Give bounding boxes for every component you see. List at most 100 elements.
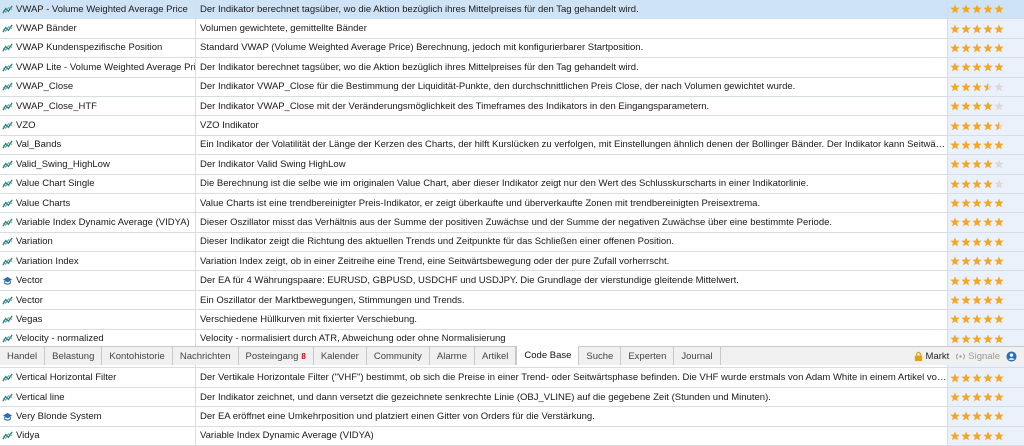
description-cell: Volumen gewichtete, gemittellte Bänder — [196, 19, 948, 38]
item-description: Variable Index Dynamic Average (VIDYA) — [200, 430, 374, 442]
rating-stars — [950, 295, 1004, 305]
profile-button[interactable] — [1006, 350, 1020, 362]
tab-experten[interactable]: Experten — [621, 347, 675, 365]
name-cell: VZO — [0, 116, 196, 135]
item-description: Der EA eröffnet eine Umkehrposition und … — [200, 410, 595, 422]
description-cell: Der Vertikale Horizontale Filter ("VHF")… — [196, 368, 948, 387]
description-cell: Der Indikator Valid Swing HighLow — [196, 155, 948, 174]
market-toggle[interactable]: Markt — [913, 351, 949, 362]
rating-cell — [948, 155, 1024, 174]
tab-community[interactable]: Community — [367, 347, 430, 365]
signals-toggle[interactable]: Signale — [955, 351, 1000, 362]
star-full-icon — [961, 314, 971, 324]
table-row[interactable]: Valid_Swing_HighLow Der Indikator Valid S… — [0, 155, 1024, 175]
star-full-icon — [961, 140, 971, 150]
table-row[interactable]: Vector Ein Oszillator der Marktbewegungen… — [0, 290, 1024, 311]
description-cell: Standard VWAP (Volume Weighted Average P… — [196, 38, 948, 58]
tab-alarme[interactable]: Alarme — [430, 347, 475, 365]
table-row[interactable]: Very Blonde System Der EA eröffnet eine U… — [0, 407, 1024, 427]
name-cell: Val_Bands — [0, 135, 196, 155]
table-row[interactable]: Value Charts Value Charts ist eine trendb… — [0, 193, 1024, 214]
table-row[interactable]: VWAP Kundenspezifische Position Standard … — [0, 38, 1024, 59]
name-cell: Value Chart Single — [0, 174, 196, 193]
indicator-icon — [2, 24, 13, 33]
table-row[interactable]: Variable Index Dynamic Average (VIDYA) Di… — [0, 213, 1024, 233]
rating-cell — [948, 252, 1024, 271]
star-full-icon — [961, 295, 971, 305]
table-row[interactable]: Vertical line Der Indikator zeichnet, und… — [0, 387, 1024, 408]
description-cell: Der Indikator berechnet tagsüber, wo die… — [196, 58, 948, 77]
star-full-icon — [983, 373, 993, 382]
tab-label: Kontohistorie — [109, 350, 165, 362]
description-cell: Ein Oszillator der Marktbewegungen, Stim… — [196, 290, 948, 310]
rating-cell — [948, 116, 1024, 135]
indicator-icon — [2, 334, 13, 343]
item-name: Vegas — [16, 313, 43, 325]
rating-stars — [950, 82, 1004, 92]
tab-artikel[interactable]: Artikel — [475, 347, 517, 365]
description-cell: Dieser Oszillator misst das Verhältnis a… — [196, 213, 948, 232]
table-row[interactable]: VWAP Lite - Volume Weighted Average Pric… — [0, 58, 1024, 78]
item-name: Val_Bands — [16, 139, 62, 151]
indicator-icon — [2, 237, 13, 246]
star-empty-icon — [994, 159, 1004, 169]
indicator-icon — [2, 63, 13, 72]
star-full-icon — [961, 198, 971, 208]
table-row[interactable]: Variation Dieser Indikator zeigt die Rich… — [0, 232, 1024, 253]
star-full-icon — [950, 276, 960, 285]
item-description: Ein Oszillator der Marktbewegungen, Stim… — [200, 294, 465, 306]
table-row[interactable]: Vector Der EA für 4 Währungspaare: EURUSD… — [0, 271, 1024, 291]
indicator-icon — [2, 431, 13, 440]
table-row[interactable]: Val_Bands Ein Indikator der Volatilität d… — [0, 135, 1024, 156]
rating-stars — [950, 276, 1004, 286]
lock-icon — [914, 351, 922, 361]
table-row[interactable]: Vidya Variable Index Dynamic Average (VID… — [0, 426, 1024, 446]
tab-journal[interactable]: Journal — [674, 347, 721, 365]
tab-label: Suche — [586, 350, 614, 362]
item-description: Verschiedene Hüllkurven mit fixierter Ve… — [200, 313, 418, 325]
tab-label: Community — [373, 350, 422, 362]
table-row[interactable]: Variation Index Variation Index zeigt, ob… — [0, 252, 1024, 272]
signals-label: Signale — [968, 350, 1000, 362]
tab-kontohistorie[interactable]: Kontohistorie — [102, 347, 173, 365]
expert-icon — [2, 412, 13, 421]
tab-belastung[interactable]: Belastung — [45, 347, 103, 365]
tab-suche[interactable]: Suche — [579, 347, 622, 365]
tab-posteingang[interactable]: Posteingang 8 — [239, 347, 314, 365]
star-full-icon — [950, 392, 960, 402]
table-row[interactable]: VZO VZO Indikator — [0, 116, 1024, 136]
description-cell: Verschiedene Hüllkurven mit fixierter Ve… — [196, 310, 948, 329]
table-row[interactable]: Vertical Horizontal Filter Der Vertikale … — [0, 368, 1024, 388]
tab-code-base[interactable]: Code Base — [516, 346, 580, 365]
rating-cell — [948, 96, 1024, 116]
table-row[interactable]: VWAP_Close_HTF Der Indikator VWAP_Close m… — [0, 96, 1024, 117]
rating-cell — [948, 193, 1024, 213]
name-cell: VWAP Lite - Volume Weighted Average Pric… — [0, 58, 196, 77]
rating-cell — [948, 387, 1024, 407]
table-row[interactable]: Vegas Verschiedene Hüllkurven mit fixiert… — [0, 310, 1024, 330]
signal-icon — [956, 352, 966, 360]
star-full-icon — [972, 276, 982, 285]
star-full-icon — [972, 431, 982, 441]
tab-handel[interactable]: Handel — [0, 347, 46, 365]
star-full-icon — [950, 295, 960, 305]
table-row[interactable]: VWAP Bänder Volumen gewichtete, gemittell… — [0, 19, 1024, 39]
rating-cell — [948, 426, 1024, 445]
tab-kalender[interactable]: Kalender — [314, 347, 367, 365]
star-full-icon — [994, 411, 1004, 421]
table-row[interactable]: Value Chart Single Die Berechnung ist die… — [0, 174, 1024, 194]
rating-stars — [950, 314, 1004, 324]
star-full-icon — [950, 4, 960, 14]
table-row[interactable]: VWAP_Close Der Indikator VWAP_Close für d… — [0, 77, 1024, 97]
star-full-icon — [961, 334, 971, 344]
tab-nachrichten[interactable]: Nachrichten — [173, 347, 239, 365]
star-full-icon — [961, 82, 971, 92]
description-cell: Der Indikator VWAP_Close für die Bestimm… — [196, 77, 948, 96]
star-full-icon — [983, 295, 993, 305]
rating-stars — [950, 121, 1004, 131]
star-full-icon — [972, 373, 982, 382]
description-cell: Der EA für 4 Währungspaare: EURUSD, GBPU… — [196, 271, 948, 290]
table-row[interactable]: VWAP - Volume Weighted Average Price Der … — [0, 0, 1024, 20]
item-name: Value Chart Single — [16, 178, 95, 190]
star-full-icon — [994, 237, 1004, 247]
